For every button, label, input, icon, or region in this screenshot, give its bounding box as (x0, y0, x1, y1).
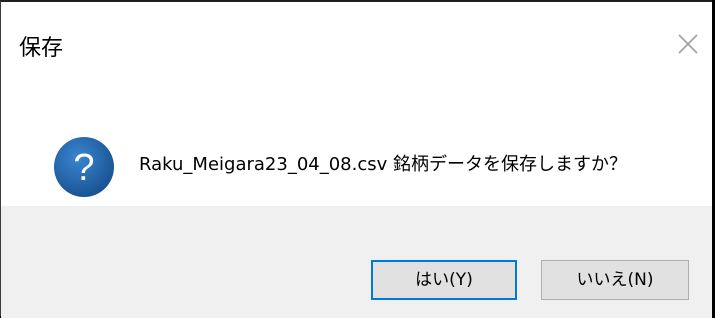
question-icon: ? (53, 136, 115, 198)
svg-text:?: ? (73, 147, 94, 189)
save-dialog: 保存 ? Raku_Meigara23_04_08.csv 銘柄データを保存しま (0, 0, 712, 318)
yes-button[interactable]: はい(Y) (371, 260, 517, 300)
dialog-content: ? Raku_Meigara23_04_08.csv 銘柄データを保存しますか？ (1, 88, 712, 206)
no-button[interactable]: いいえ(N) (541, 260, 689, 300)
dialog-title: 保存 (19, 36, 64, 61)
dialog-message: Raku_Meigara23_04_08.csv 銘柄データを保存しますか？ (139, 154, 627, 175)
close-icon (678, 34, 698, 54)
close-button[interactable] (670, 26, 706, 62)
dialog-titlebar: 保存 (1, 2, 712, 88)
dialog-footer: はい(Y) いいえ(N) (1, 206, 712, 318)
